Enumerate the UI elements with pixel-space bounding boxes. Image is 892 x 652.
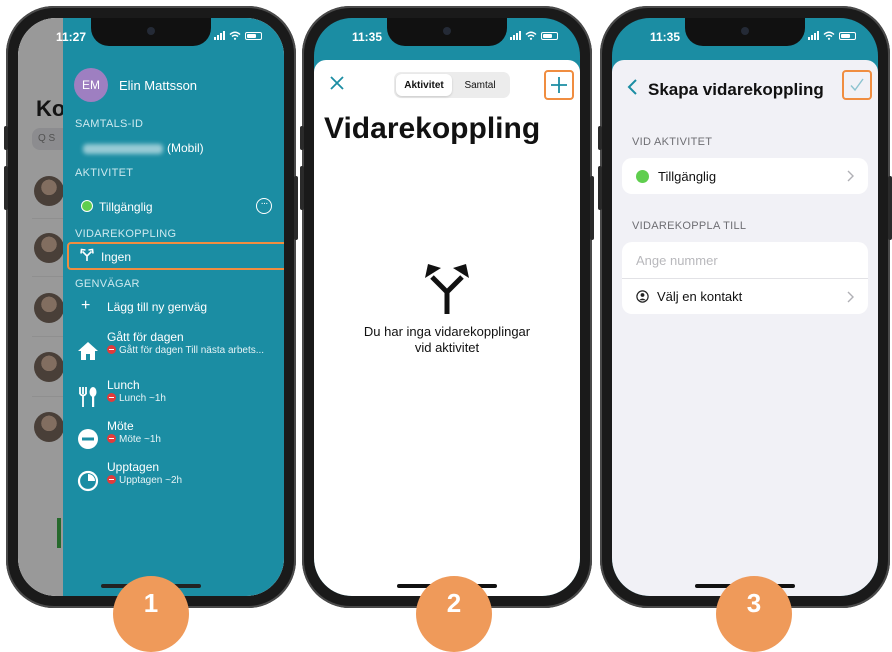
shortcut-title[interactable]: Upptagen xyxy=(107,460,159,474)
clock-icon xyxy=(77,470,99,492)
side-drawer: EM Elin Mattsson SAMTALS-ID (Mobil) AKTI… xyxy=(63,18,284,596)
save-button[interactable] xyxy=(842,70,872,100)
signal-icon xyxy=(510,31,521,40)
shortcut-subtitle: Upptagen ~2h xyxy=(107,475,182,486)
number-placeholder: Ange nummer xyxy=(636,252,718,268)
available-status-dot xyxy=(81,200,93,212)
wifi-icon xyxy=(525,31,537,40)
notch xyxy=(387,18,507,46)
battery-icon xyxy=(839,31,856,40)
activity-card: Tillgänglig xyxy=(622,158,868,194)
number-field[interactable]: Ange nummer xyxy=(622,242,868,278)
phone-2-screen: 11:35 Aktivitet Samtal Vidarekoppling Du… xyxy=(314,18,580,596)
wifi-icon xyxy=(229,31,241,40)
step-badge-3: 3 xyxy=(716,576,792,652)
plus-icon[interactable]: + xyxy=(81,297,90,315)
signal-icon xyxy=(808,31,819,40)
house-icon xyxy=(78,342,98,360)
add-shortcut-link[interactable]: Lägg till ny genväg xyxy=(107,300,207,314)
back-icon[interactable] xyxy=(626,78,638,96)
battery-icon xyxy=(541,31,558,40)
status-time: 11:35 xyxy=(650,30,681,44)
forward-target-card: Ange nummer Välj en kontakt xyxy=(622,242,868,314)
page-title: Skapa vidarekoppling xyxy=(648,80,824,99)
tab-aktivitet[interactable]: Aktivitet xyxy=(396,74,452,96)
notch xyxy=(685,18,805,46)
more-options-icon[interactable]: ··· xyxy=(256,198,272,214)
activity-value: Tillgänglig xyxy=(658,168,717,184)
step-badge-2: 2 xyxy=(416,576,492,652)
status-time: 11:35 xyxy=(352,30,383,44)
phone-1-screen: Ko Q S 11:27 EM Elin Mattsson SAMTALS-ID… xyxy=(18,18,284,596)
empty-state-text: Du har inga vidarekopplingar vid aktivit… xyxy=(363,324,531,355)
phone-3-screen: 11:35 Skapa vidarekoppling VID AKTIVITET… xyxy=(612,18,878,596)
page-title: Vidarekoppling xyxy=(324,112,541,145)
signal-icon xyxy=(214,31,225,40)
wifi-icon xyxy=(823,31,835,40)
battery-icon xyxy=(245,31,262,40)
step-badge-1: 1 xyxy=(113,576,189,652)
forwarding-highlight[interactable] xyxy=(67,242,284,270)
phone-1: Ko Q S 11:27 EM Elin Mattsson SAMTALS-ID… xyxy=(4,6,298,608)
phone-2: 11:35 Aktivitet Samtal Vidarekoppling Du… xyxy=(300,6,594,608)
fork-icon xyxy=(80,248,94,261)
choose-contact-label: Välj en kontakt xyxy=(657,289,743,304)
plus-icon xyxy=(551,77,567,93)
chevron-right-icon xyxy=(847,170,854,182)
forwarding-value[interactable]: Ingen xyxy=(101,250,131,264)
user-avatar[interactable]: EM xyxy=(74,68,108,102)
activity-value[interactable]: Tillgänglig xyxy=(99,200,153,214)
blurred-phone-number xyxy=(83,144,163,154)
tab-samtal[interactable]: Samtal xyxy=(452,74,508,96)
status-time: 11:27 xyxy=(56,30,87,44)
segmented-control: Aktivitet Samtal xyxy=(394,72,510,98)
shortcut-subtitle: Lunch ~1h xyxy=(107,393,166,404)
shortcut-title[interactable]: Gått för dagen xyxy=(107,330,184,344)
close-icon[interactable] xyxy=(328,74,346,92)
chevron-right-icon xyxy=(847,291,854,303)
shortcut-subtitle: Gått för dagen Till nästa arbets... xyxy=(107,345,264,356)
section-aktivitet: AKTIVITET xyxy=(75,167,134,179)
activity-row[interactable]: Tillgänglig xyxy=(622,158,868,194)
shortcut-title[interactable]: Lunch xyxy=(107,378,140,392)
choose-contact-row[interactable]: Välj en kontakt xyxy=(622,278,868,314)
notch xyxy=(91,18,211,46)
phone-number-type[interactable]: (Mobil) xyxy=(167,141,204,155)
shortcut-subtitle: Möte ~1h xyxy=(107,434,161,445)
create-forwarding-sheet: Skapa vidarekoppling VID AKTIVITET Tillg… xyxy=(612,60,878,596)
section-vidarekoppla-till: VIDAREKOPPLA TILL xyxy=(632,220,747,232)
available-status-dot xyxy=(636,169,649,183)
section-samtals-id: SAMTALS-ID xyxy=(75,118,144,130)
fork-icon xyxy=(425,264,469,314)
section-vid-aktivitet: VID AKTIVITET xyxy=(632,136,713,148)
forwarding-sheet: Aktivitet Samtal Vidarekoppling Du har i… xyxy=(314,60,580,596)
section-vidarekoppling: VIDAREKOPPLING xyxy=(75,228,177,240)
user-name: Elin Mattsson xyxy=(119,78,198,93)
cutlery-icon xyxy=(79,387,97,407)
add-forwarding-button[interactable] xyxy=(544,70,574,100)
shortcut-title[interactable]: Möte xyxy=(107,419,134,433)
checkmark-icon xyxy=(850,78,864,92)
tutorial-stage: Ko Q S 11:27 EM Elin Mattsson SAMTALS-ID… xyxy=(0,0,892,652)
contact-icon xyxy=(636,290,649,303)
section-genvagar: GENVÄGAR xyxy=(75,278,140,290)
phone-3: 11:35 Skapa vidarekoppling VID AKTIVITET… xyxy=(598,6,892,608)
minus-circle-icon xyxy=(78,429,98,449)
